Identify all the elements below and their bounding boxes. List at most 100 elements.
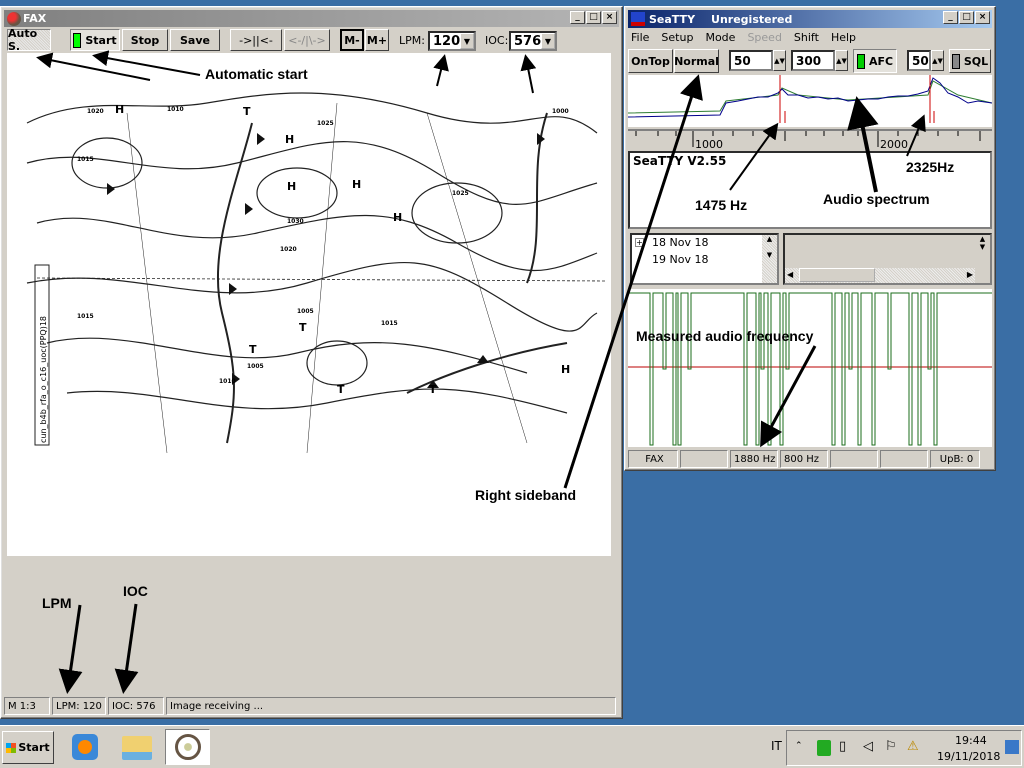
ruler-label-2000: 2000 — [880, 138, 908, 151]
vertical-scrollbar[interactable]: ▲ ▼ — [975, 235, 990, 267]
lpm-label: LPM: — [399, 34, 425, 47]
status-upb: UpB: 0 — [930, 450, 980, 468]
start-button[interactable]: Start — [70, 29, 120, 51]
menu-file[interactable]: File — [631, 31, 649, 44]
save-button[interactable]: Save — [170, 29, 220, 51]
seatty-title-status: Unregistered — [711, 12, 793, 26]
afc-button[interactable]: AFC — [853, 49, 897, 73]
afc-indicator-icon — [856, 53, 865, 69]
fax-app-icon — [7, 11, 21, 26]
audio-spectrum[interactable] — [627, 75, 993, 127]
tree-item[interactable]: 18 Nov 18 — [652, 236, 708, 249]
menu-setup[interactable]: Setup — [661, 31, 693, 44]
maximize-button[interactable]: □ — [586, 11, 601, 24]
fax-title-bar[interactable]: FAX _ □ × — [4, 10, 619, 27]
fax-app-taskbar-button[interactable] — [165, 729, 210, 765]
menu-help[interactable]: Help — [831, 31, 856, 44]
value1-input[interactable]: 50 — [729, 50, 773, 71]
lpm-select[interactable]: 120 ▼ — [428, 31, 476, 51]
auto-start-button[interactable]: Auto S. — [7, 27, 51, 53]
sql-button[interactable]: SQL — [949, 49, 991, 73]
file-list[interactable]: ▲ ▼ ◀ ▶ — [783, 233, 992, 285]
language-indicator[interactable]: IT — [771, 739, 782, 753]
map-label: 1020 — [280, 246, 297, 253]
start-indicator-icon — [73, 32, 82, 48]
stop-button[interactable]: Stop — [122, 29, 168, 51]
network-warning-icon[interactable]: ⚠ — [907, 739, 919, 754]
ship-wheel-icon — [174, 734, 201, 760]
lpm-value: 120 — [433, 33, 461, 49]
ioc-select[interactable]: 576 ▼ — [509, 31, 557, 51]
maximize-button[interactable]: □ — [959, 11, 974, 24]
security-tray-icon[interactable] — [817, 740, 831, 756]
ontop-button[interactable]: OnTop — [628, 49, 673, 73]
horizontal-scrollbar[interactable]: ◀ ▶ — [785, 268, 975, 283]
map-label: 1025 — [317, 120, 334, 127]
power-tray-icon[interactable]: ▯ — [839, 739, 846, 754]
map-label: T — [243, 105, 251, 118]
flag-tray-icon[interactable]: ⚐ — [885, 739, 897, 754]
file-explorer-icon[interactable] — [122, 736, 152, 760]
map-label: T — [337, 383, 345, 396]
seatty-title: SeaTTY — [649, 12, 696, 26]
receive-text: SeaTTY V2.55 — [633, 154, 727, 168]
spread-button[interactable]: <-/|\-> — [284, 29, 330, 51]
system-tray: ⌃ ▯ ◁ ⚐ ⚠ 19:44 19/11/2018 — [786, 730, 1022, 766]
map-label: 1000 — [552, 108, 569, 115]
annotation-2325hz: 2325Hz — [906, 159, 955, 175]
clock-date[interactable]: 19/11/2018 — [937, 750, 1000, 763]
annotation-measured-frequency: Measured audio frequency — [636, 328, 814, 344]
frequency-trace-plot — [628, 292, 992, 446]
tree-item[interactable]: 19 Nov 18 — [652, 253, 708, 266]
chevron-down-icon[interactable]: ▼ — [541, 33, 555, 49]
windows-logo-icon — [6, 742, 17, 753]
annotation-automatic-start: Automatic start — [205, 66, 308, 82]
measured-frequency-plot[interactable] — [628, 289, 992, 447]
map-label: 1015 — [77, 156, 94, 163]
map-label: H — [287, 180, 296, 193]
map-label: 1005 — [297, 308, 314, 315]
volume-tray-icon[interactable]: ◁ — [863, 739, 873, 754]
value2-spinner[interactable]: ▲▼ — [835, 50, 848, 71]
value1-spinner[interactable]: ▲▼ — [773, 50, 786, 71]
value3-spinner[interactable]: ▲▼ — [931, 50, 944, 71]
map-label: H — [285, 133, 294, 146]
vertical-scrollbar[interactable]: ▲ ▼ — [762, 235, 777, 283]
ruler-ticks: 1000 2000 — [635, 131, 981, 151]
menu-mode[interactable]: Mode — [705, 31, 735, 44]
annotation-right-sideband: Right sideband — [475, 487, 577, 503]
annotation-lpm: LPM — [42, 595, 72, 611]
close-button[interactable]: × — [975, 11, 990, 24]
m-plus-button[interactable]: M+ — [365, 29, 389, 51]
fax-image-area[interactable]: H H H H H H T T T T T 1020 1015 1010 102… — [7, 53, 611, 556]
frequency-trace — [628, 292, 992, 446]
minimize-button[interactable]: _ — [570, 11, 585, 24]
annotation-ioc: IOC — [123, 583, 148, 599]
map-label: H — [561, 363, 570, 376]
date-tree[interactable]: + 18 Nov 18 19 Nov 18 ▲ ▼ — [630, 233, 779, 285]
value3-input[interactable]: 50 — [907, 50, 931, 71]
value2-input[interactable]: 300 — [791, 50, 835, 71]
center-button[interactable]: ->||<- — [230, 29, 282, 51]
start-menu-button[interactable]: Start — [2, 731, 54, 764]
minimize-button[interactable]: _ — [943, 11, 958, 24]
ioc-label: IOC: — [485, 34, 509, 47]
media-player-icon[interactable] — [72, 734, 98, 760]
fax-title: FAX — [23, 12, 47, 25]
scroll-thumb[interactable] — [799, 268, 875, 282]
clock-time[interactable]: 19:44 — [955, 734, 987, 747]
seatty-window: SeaTTY Unregistered _ □ × File Setup Mod… — [624, 6, 996, 471]
chevron-down-icon[interactable]: ▼ — [460, 33, 474, 49]
map-label: H — [115, 103, 124, 116]
expand-icon[interactable]: + — [635, 238, 644, 247]
show-hidden-icons[interactable]: ⌃ — [795, 741, 803, 751]
menu-shift[interactable]: Shift — [794, 31, 819, 44]
status-empty — [680, 450, 728, 468]
seatty-menu-bar: File Setup Mode Speed Shift Help — [631, 31, 856, 44]
menu-speed[interactable]: Speed — [747, 31, 781, 44]
close-button[interactable]: × — [602, 11, 617, 24]
m-minus-button[interactable]: M- — [340, 29, 364, 51]
seatty-title-bar[interactable]: SeaTTY Unregistered _ □ × — [628, 10, 992, 28]
show-desktop-icon[interactable] — [1005, 740, 1019, 754]
normal-button[interactable]: Normal — [674, 49, 719, 73]
